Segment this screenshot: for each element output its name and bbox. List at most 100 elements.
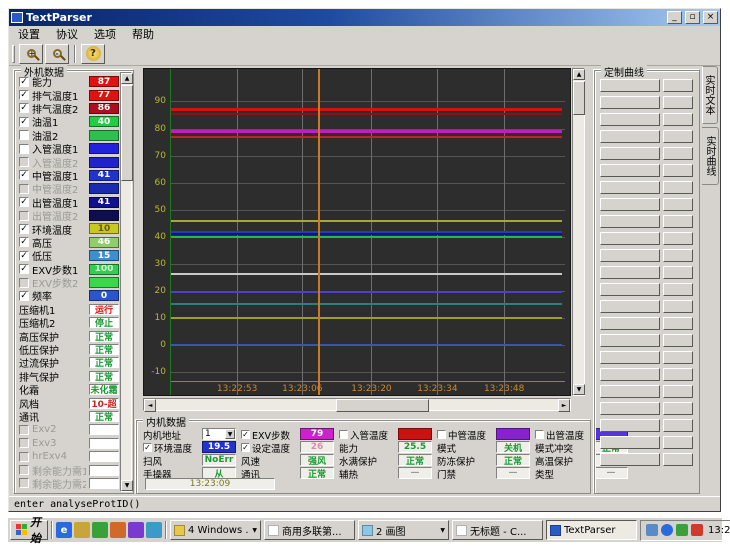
custom-curve-button[interactable] [600, 96, 660, 109]
custom-curve-value-button[interactable] [663, 147, 693, 160]
custom-curve-value-button[interactable] [663, 283, 693, 296]
checkbox[interactable] [535, 430, 544, 439]
scrollbar-thumb[interactable] [573, 81, 585, 115]
zoom-out-button[interactable]: - [45, 44, 69, 64]
scroll-up-icon[interactable]: ▲ [573, 69, 585, 80]
tab-realtime-curve[interactable]: 实时曲线 [702, 127, 719, 185]
custom-curve-value-button[interactable] [663, 436, 693, 449]
custom-curve-button[interactable] [600, 79, 660, 92]
menu-help[interactable]: 帮助 [124, 27, 162, 42]
checkbox[interactable]: ✓ [19, 264, 29, 274]
scroll-down-icon[interactable]: ▼ [121, 480, 133, 491]
custom-curve-value-button[interactable] [663, 334, 693, 347]
checkbox[interactable]: ✓ [19, 117, 29, 127]
custom-curve-button[interactable] [600, 130, 660, 143]
custom-curve-value-button[interactable] [663, 402, 693, 415]
custom-curve-button[interactable] [600, 215, 660, 228]
custom-curve-value-button[interactable] [663, 385, 693, 398]
custom-curve-button[interactable] [600, 181, 660, 194]
checkbox[interactable]: ✓ [19, 237, 29, 247]
checkbox[interactable] [19, 211, 29, 221]
close-button[interactable]: × [703, 11, 718, 24]
taskbar-button[interactable]: 无标题 - C... [452, 520, 543, 540]
minimize-button[interactable]: _ [667, 11, 682, 24]
custom-curve-button[interactable] [600, 368, 660, 381]
tab-realtime-text[interactable]: 实时文本 [702, 66, 718, 124]
checkbox[interactable]: ✓ [241, 430, 250, 439]
scrollbar-thumb[interactable] [336, 399, 430, 412]
custom-curve-button[interactable] [600, 317, 660, 330]
checkbox[interactable]: ✓ [19, 291, 29, 301]
custom-curve-value-button[interactable] [663, 164, 693, 177]
custom-curve-button[interactable] [600, 300, 660, 313]
show-desktop-icon[interactable] [92, 522, 108, 538]
custom-curve-value-button[interactable] [663, 130, 693, 143]
custom-curve-button[interactable] [600, 164, 660, 177]
custom-curve-value-button[interactable] [663, 232, 693, 245]
start-button[interactable]: 开始 [10, 520, 48, 540]
custom-curve-value-button[interactable] [663, 351, 693, 364]
taskbar-button[interactable]: TextParser [546, 520, 637, 540]
chevron-down-icon[interactable]: ▼ [252, 527, 257, 534]
checkbox[interactable] [19, 425, 29, 435]
checkbox[interactable]: ✓ [143, 443, 152, 452]
custom-curve-button[interactable] [600, 453, 660, 466]
custom-curve-button[interactable] [600, 147, 660, 160]
explorer-icon[interactable] [146, 522, 162, 538]
restore-button[interactable]: ▫ [685, 11, 700, 24]
checkbox[interactable]: ✓ [19, 251, 29, 261]
realtime-chart[interactable]: 13:22:5313:23:0613:23:2013:23:3413:23:48… [143, 68, 571, 396]
custom-curve-button[interactable] [600, 334, 660, 347]
scroll-down-icon[interactable]: ▼ [573, 384, 585, 395]
custom-curve-value-button[interactable] [663, 453, 693, 466]
chart-vertical-scrollbar[interactable]: ▲ ▼ [572, 68, 585, 396]
chart-horizontal-scrollbar[interactable]: ◄ ► [143, 398, 571, 411]
custom-curve-button[interactable] [600, 419, 660, 432]
checkbox[interactable] [19, 452, 29, 462]
checkbox[interactable]: ✓ [19, 197, 29, 207]
custom-curve-value-button[interactable] [663, 96, 693, 109]
chevron-down-icon[interactable]: ▼ [440, 527, 445, 534]
custom-curve-value-button[interactable] [663, 266, 693, 279]
checkbox[interactable] [19, 478, 29, 488]
custom-curve-button[interactable] [600, 232, 660, 245]
tray-icon[interactable] [676, 524, 688, 536]
checkbox[interactable] [339, 430, 348, 439]
time-cursor[interactable] [318, 69, 320, 395]
custom-curve-value-button[interactable] [663, 215, 693, 228]
custom-curve-value-button[interactable] [663, 249, 693, 262]
checkbox[interactable]: ✓ [19, 170, 29, 180]
custom-curve-value-button[interactable] [663, 368, 693, 381]
custom-curve-value-button[interactable] [663, 79, 693, 92]
taskbar-button[interactable]: 2 画图▼ [358, 520, 449, 540]
messenger-icon[interactable] [128, 522, 144, 538]
zoom-in-button[interactable]: + [19, 44, 43, 64]
checkbox[interactable] [437, 430, 446, 439]
checkbox[interactable] [19, 130, 29, 140]
checkbox[interactable] [19, 465, 29, 475]
mail-icon[interactable] [74, 522, 90, 538]
checkbox[interactable]: ✓ [19, 77, 29, 87]
checkbox[interactable]: ✓ [19, 103, 29, 113]
taskbar-button[interactable]: 商用多联第... [264, 520, 355, 540]
chevron-down-icon[interactable]: ▼ [225, 429, 235, 439]
custom-curve-button[interactable] [600, 198, 660, 211]
checkbox[interactable] [19, 278, 29, 288]
custom-curve-button[interactable] [600, 266, 660, 279]
custom-curve-button[interactable] [600, 385, 660, 398]
checkbox[interactable] [19, 184, 29, 194]
custom-curve-value-button[interactable] [663, 181, 693, 194]
outdoor-scrollbar[interactable]: ▲ ▼ [120, 72, 132, 492]
media-player-icon[interactable] [110, 522, 126, 538]
tray-icon[interactable] [661, 524, 673, 536]
menu-settings[interactable]: 设置 [10, 27, 48, 42]
custom-curve-value-button[interactable] [663, 198, 693, 211]
scroll-up-icon[interactable]: ▲ [121, 73, 133, 84]
custom-curve-button[interactable] [600, 351, 660, 364]
scroll-left-icon[interactable]: ◄ [144, 399, 156, 412]
taskbar-button[interactable]: 4 Windows ...▼ [170, 520, 261, 540]
toolbar-grip[interactable] [12, 45, 15, 63]
scroll-right-icon[interactable]: ► [558, 399, 570, 412]
menu-options[interactable]: 选项 [86, 27, 124, 42]
custom-curve-button[interactable] [600, 283, 660, 296]
